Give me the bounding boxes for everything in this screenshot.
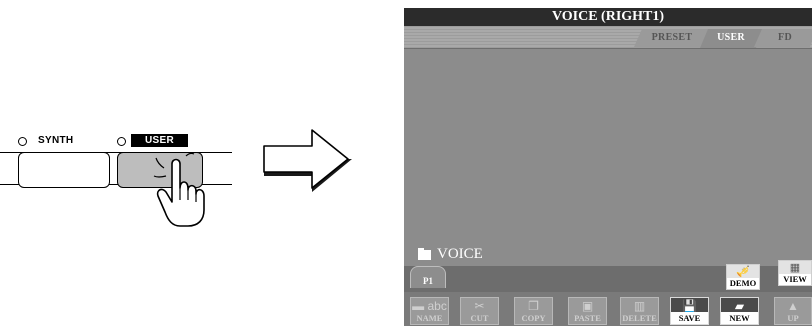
up-label: UP bbox=[787, 313, 799, 323]
paste-label: PASTE bbox=[574, 313, 601, 323]
name-label: NAME bbox=[416, 313, 443, 323]
view-button[interactable]: ▦ VIEW bbox=[778, 260, 812, 286]
name-button[interactable]: ▬ abc NAME bbox=[410, 297, 449, 325]
folder-icon bbox=[418, 247, 431, 260]
folder-up-icon: ▲ bbox=[787, 299, 799, 313]
folder-name: VOICE bbox=[437, 246, 483, 262]
tab-user[interactable]: USER bbox=[700, 29, 762, 48]
name-abc-icon: ▬ abc bbox=[412, 299, 447, 313]
pressing-hand-icon bbox=[153, 152, 205, 227]
right-arrow-icon bbox=[263, 129, 352, 192]
save-button[interactable]: 💾 SAVE bbox=[670, 297, 709, 325]
copy-button[interactable]: ❐ COPY bbox=[514, 297, 553, 325]
new-label: NEW bbox=[721, 312, 758, 324]
synth-button[interactable] bbox=[18, 152, 110, 188]
current-folder: VOICE bbox=[418, 246, 483, 263]
copy-icon: ❐ bbox=[528, 299, 539, 313]
synth-label: SYNTH bbox=[38, 135, 74, 146]
up-button[interactable]: ▲ UP bbox=[774, 297, 812, 325]
copy-label: COPY bbox=[521, 313, 546, 323]
demo-label: DEMO bbox=[727, 278, 759, 289]
page-tab-p1[interactable]: P1 bbox=[410, 266, 446, 288]
trash-icon: ▥ bbox=[633, 299, 646, 313]
paste-button[interactable]: ▣ PASTE bbox=[568, 297, 607, 325]
save-label: SAVE bbox=[671, 312, 708, 324]
user-led bbox=[117, 137, 126, 146]
paste-icon: ▣ bbox=[581, 299, 594, 313]
tab-bar: PRESET USER FD bbox=[404, 26, 812, 49]
synth-led bbox=[18, 137, 27, 146]
view-label: VIEW bbox=[779, 274, 811, 285]
lcd-screen: VOICE (RIGHT1) PRESET USER FD VOICE P1 🎺… bbox=[404, 8, 812, 326]
cut-button[interactable]: ✂ CUT bbox=[460, 297, 499, 325]
new-button[interactable]: ▰ NEW bbox=[720, 297, 759, 325]
demo-button[interactable]: 🎺 DEMO bbox=[726, 264, 760, 290]
hardware-panel: SYNTH USER bbox=[0, 0, 250, 326]
delete-label: DELETE bbox=[622, 313, 657, 323]
delete-button[interactable]: ▥ DELETE bbox=[620, 297, 659, 325]
cut-label: CUT bbox=[470, 313, 489, 323]
tab-fd[interactable]: FD bbox=[754, 29, 812, 47]
tab-preset[interactable]: PRESET bbox=[634, 29, 710, 47]
user-label: USER bbox=[131, 134, 188, 147]
floppy-icon: 💾 bbox=[682, 299, 697, 313]
scissors-icon: ✂ bbox=[474, 299, 485, 313]
new-folder-icon: ▰ bbox=[734, 299, 745, 313]
screen-title: VOICE (RIGHT1) bbox=[404, 8, 812, 26]
